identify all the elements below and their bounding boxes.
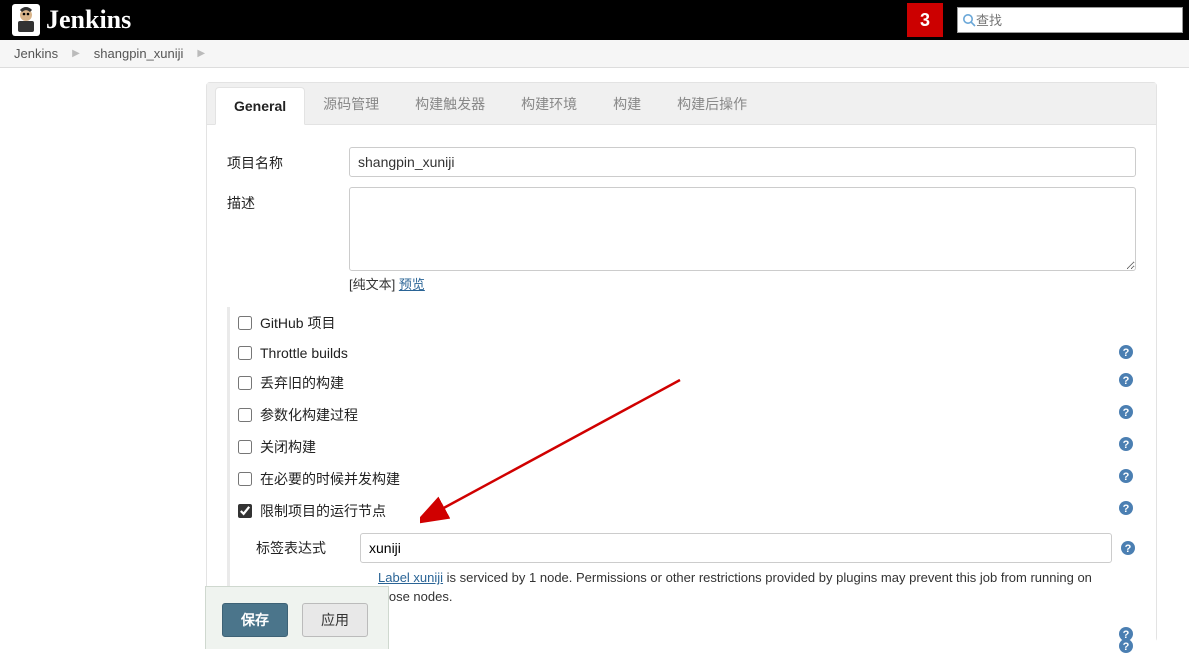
label-expression-label: 标签表达式 (256, 538, 360, 558)
tab-general[interactable]: General (215, 87, 305, 125)
help-icon[interactable]: ? (1118, 404, 1134, 420)
plain-text-label: [纯文本] (349, 277, 399, 292)
tab-env[interactable]: 构建环境 (503, 84, 595, 124)
svg-text:?: ? (1123, 347, 1130, 359)
option-disable-build[interactable]: 关闭构建 ? (238, 431, 1136, 463)
checkbox-disable-build[interactable] (238, 440, 252, 454)
config-panel: General 源码管理 构建触发器 构建环境 构建 构建后操作 项目名称 描述… (206, 82, 1157, 642)
help-icon[interactable]: ? (1120, 540, 1136, 556)
checkbox-discard-old-builds[interactable] (238, 376, 252, 390)
top-header: Jenkins 3 (0, 0, 1189, 40)
search-box[interactable] (957, 7, 1183, 33)
label-expression-row: 标签表达式 ? (238, 527, 1136, 569)
option-label: 丢弃旧的构建 (260, 373, 344, 393)
option-github-project[interactable]: GitHub 项目 (238, 307, 1136, 339)
description-label: 描述 (227, 187, 349, 293)
option-label: 参数化构建过程 (260, 405, 358, 425)
svg-text:?: ? (1123, 407, 1130, 419)
checkbox-concurrent-build[interactable] (238, 472, 252, 486)
svg-text:?: ? (1125, 543, 1132, 555)
search-icon (962, 13, 976, 27)
option-parameterized-build[interactable]: 参数化构建过程 ? (238, 399, 1136, 431)
save-button[interactable]: 保存 (222, 603, 288, 637)
description-textarea[interactable] (349, 187, 1136, 271)
option-label: Throttle builds (260, 345, 348, 361)
option-restrict-node[interactable]: 限制项目的运行节点 ? (238, 495, 1136, 527)
breadcrumb: Jenkins ▶ shangpin_xuniji ▶ (0, 40, 1189, 68)
search-input[interactable] (976, 13, 1178, 28)
chevron-right-icon: ▶ (197, 48, 205, 59)
option-throttle-builds[interactable]: Throttle builds ? (238, 339, 1136, 367)
chevron-right-icon: ▶ (72, 48, 80, 59)
form-body: 项目名称 描述 [纯文本] 预览 GitHub 项目 Throttle buil… (207, 125, 1156, 655)
project-name-input[interactable] (349, 147, 1136, 177)
help-icon[interactable]: ? (1118, 500, 1134, 516)
notification-badge[interactable]: 3 (907, 3, 943, 37)
breadcrumb-root[interactable]: Jenkins (14, 46, 58, 61)
label-expression-note: Label xuniji is serviced by 1 node. Perm… (378, 569, 1136, 607)
preview-link[interactable]: 预览 (399, 277, 425, 292)
jenkins-logo-icon[interactable] (12, 4, 40, 36)
footer-bar: 保存 应用 (205, 586, 389, 649)
checkbox-parameterized-build[interactable] (238, 408, 252, 422)
help-icon[interactable]: ? (1118, 436, 1134, 452)
help-icon[interactable]: ? (1118, 344, 1134, 360)
svg-text:?: ? (1123, 641, 1130, 653)
brand-name[interactable]: Jenkins (46, 5, 131, 35)
checkbox-restrict-node[interactable] (238, 504, 252, 518)
checkbox-throttle-builds[interactable] (238, 346, 252, 360)
help-icon[interactable]: ? (1118, 638, 1134, 654)
breadcrumb-item[interactable]: shangpin_xuniji (94, 46, 184, 61)
option-label: 限制项目的运行节点 (260, 501, 386, 521)
apply-button[interactable]: 应用 (302, 603, 368, 637)
option-concurrent-build[interactable]: 在必要的时候并发构建 ? (238, 463, 1136, 495)
project-name-label: 项目名称 (227, 147, 349, 177)
svg-text:?: ? (1123, 471, 1130, 483)
tab-triggers[interactable]: 构建触发器 (397, 84, 503, 124)
checkbox-github-project[interactable] (238, 316, 252, 330)
option-label: 在必要的时候并发构建 (260, 469, 400, 489)
tab-scm[interactable]: 源码管理 (305, 84, 397, 124)
notification-count: 3 (920, 10, 930, 31)
help-icon[interactable]: ? (1118, 372, 1134, 388)
option-label: 关闭构建 (260, 437, 316, 457)
config-tabs: General 源码管理 构建触发器 构建环境 构建 构建后操作 (207, 83, 1156, 125)
label-link[interactable]: Label xuniji (378, 570, 443, 585)
label-note-text: is serviced by 1 node. Permissions or ot… (378, 570, 1092, 604)
option-discard-old-builds[interactable]: 丢弃旧的构建 ? (238, 367, 1136, 399)
svg-text:?: ? (1123, 375, 1130, 387)
help-icon[interactable]: ? (1118, 468, 1134, 484)
option-label: GitHub 项目 (260, 313, 335, 333)
svg-text:?: ? (1123, 439, 1130, 451)
tab-build[interactable]: 构建 (595, 84, 659, 124)
svg-text:?: ? (1123, 503, 1130, 515)
label-expression-input[interactable] (360, 533, 1112, 563)
tab-postbuild[interactable]: 构建后操作 (659, 84, 765, 124)
